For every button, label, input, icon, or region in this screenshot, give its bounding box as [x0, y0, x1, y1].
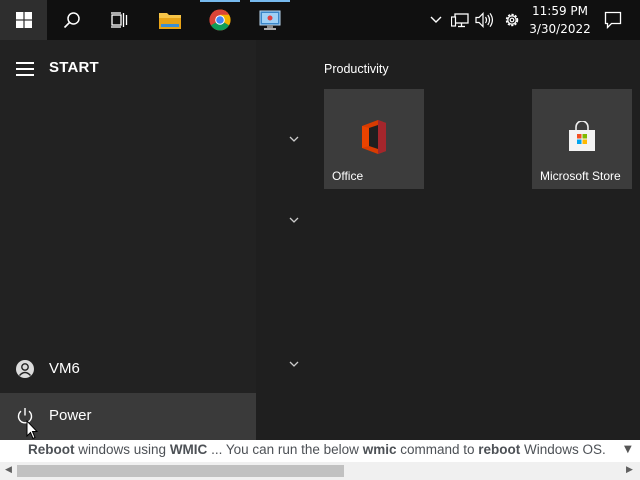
remote-desktop-button[interactable] [246, 0, 294, 40]
notifications-button[interactable] [600, 0, 626, 40]
volume-icon [475, 12, 493, 28]
office-icon [362, 120, 386, 154]
scrollbar-thumb[interactable] [17, 465, 344, 477]
tile-label: Office [332, 169, 364, 183]
network-button[interactable] [449, 0, 471, 40]
user-account-button[interactable]: VM6 [0, 353, 256, 385]
start-menu-tiles-pane: Productivity Office Microsoft Store [256, 40, 640, 440]
chrome-button[interactable] [196, 0, 244, 40]
snippet-part: windows using [74, 442, 170, 457]
collapse-chevron-icon[interactable] [289, 361, 299, 368]
tile-office[interactable]: Office [324, 89, 424, 189]
windows-start-icon [15, 12, 32, 28]
chrome-running-indicator [200, 0, 240, 2]
scroll-right-icon[interactable]: ▶ [626, 465, 633, 475]
user-avatar-icon [16, 360, 34, 378]
mouse-cursor-icon [26, 420, 38, 440]
notifications-icon [604, 11, 622, 29]
snippet-part: reboot [478, 442, 521, 457]
power-button[interactable]: Power [0, 393, 256, 440]
tile-microsoft-store[interactable]: Microsoft Store [532, 89, 632, 189]
taskbar: 11:59 PM 3/30/2022 [0, 0, 640, 40]
collapse-chevron-icon[interactable] [289, 217, 299, 224]
task-view-icon [111, 12, 128, 28]
horizontal-scrollbar[interactable]: ◀ ▶ [0, 462, 640, 480]
scroll-left-icon[interactable]: ◀ [5, 465, 12, 475]
user-name: VM6 [49, 360, 80, 377]
power-label: Power [49, 407, 92, 424]
snippet-part: Reboot [28, 442, 75, 457]
search-icon [63, 12, 80, 29]
chrome-icon [209, 9, 231, 31]
network-icon [451, 13, 469, 28]
snippet-part: ... You can run the below [207, 442, 363, 457]
chevron-up-icon [430, 16, 442, 23]
snippet-part: command to [396, 442, 479, 457]
snippet-part: WMIC [169, 442, 208, 457]
search-button[interactable] [48, 0, 96, 40]
volume-button[interactable] [473, 0, 495, 40]
snippet-part: wmic [362, 442, 397, 457]
file-explorer-icon [159, 13, 181, 29]
settings-gear-icon [505, 13, 519, 27]
clock[interactable]: 11:59 PM 3/30/2022 [528, 2, 592, 38]
remote-desktop-icon [259, 10, 281, 30]
start-title: START [49, 59, 99, 76]
collapse-chevron-icon[interactable] [289, 136, 299, 143]
search-result-snippet[interactable]: Reboot windows using WMIC ... You can ru… [28, 442, 618, 457]
tile-label: Microsoft Store [540, 169, 621, 183]
clock-date: 3/30/2022 [529, 22, 591, 36]
start-button[interactable] [0, 0, 47, 40]
settings-button[interactable] [500, 0, 524, 40]
show-hidden-icons-button[interactable] [426, 0, 446, 40]
file-explorer-button[interactable] [146, 0, 194, 40]
snippet-part: Windows OS. [520, 442, 606, 457]
hamburger-menu-icon[interactable] [16, 62, 34, 76]
browser-snippet-strip: Reboot windows using WMIC ... You can ru… [0, 440, 640, 480]
task-view-button[interactable] [96, 0, 144, 40]
store-icon [569, 121, 595, 151]
tile-group-title: Productivity [324, 62, 389, 76]
expand-arrow-icon[interactable]: ▼ [624, 444, 632, 455]
remote-desktop-running-indicator [250, 0, 290, 2]
start-menu-left-pane: START VM6 Power [0, 40, 256, 440]
clock-time: 11:59 PM [532, 4, 588, 18]
